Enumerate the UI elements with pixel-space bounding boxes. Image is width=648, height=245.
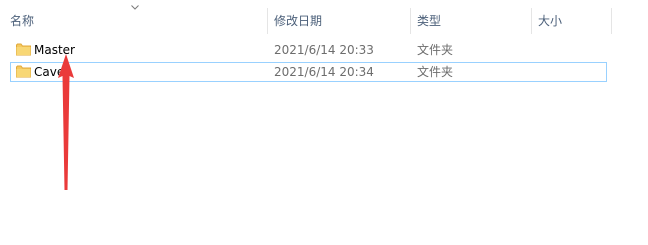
column-header-date[interactable]: 修改日期 xyxy=(274,12,322,30)
folder-icon xyxy=(16,65,31,78)
column-header-type[interactable]: 类型 xyxy=(417,12,441,30)
sort-chevron-icon[interactable] xyxy=(131,5,139,10)
column-header-bar: 名称 修改日期 类型 大小 xyxy=(0,0,648,38)
file-type: 文件夹 xyxy=(417,65,454,79)
column-divider[interactable] xyxy=(267,8,268,34)
file-date: 2021/6/14 20:34 xyxy=(274,65,374,79)
column-divider[interactable] xyxy=(410,8,411,34)
file-date: 2021/6/14 20:33 xyxy=(274,43,374,57)
column-divider[interactable] xyxy=(531,8,532,34)
file-name[interactable]: Master xyxy=(34,41,75,59)
file-type: 文件夹 xyxy=(417,43,454,57)
file-name[interactable]: Cave xyxy=(34,63,64,81)
file-row[interactable]: Master 2021/6/14 20:33 文件夹 xyxy=(10,40,607,60)
file-row-selected[interactable]: Cave 2021/6/14 20:34 文件夹 xyxy=(10,62,607,82)
folder-icon xyxy=(16,43,31,56)
column-divider[interactable] xyxy=(611,8,612,34)
column-header-name[interactable]: 名称 xyxy=(10,12,34,30)
column-header-size[interactable]: 大小 xyxy=(538,12,562,30)
